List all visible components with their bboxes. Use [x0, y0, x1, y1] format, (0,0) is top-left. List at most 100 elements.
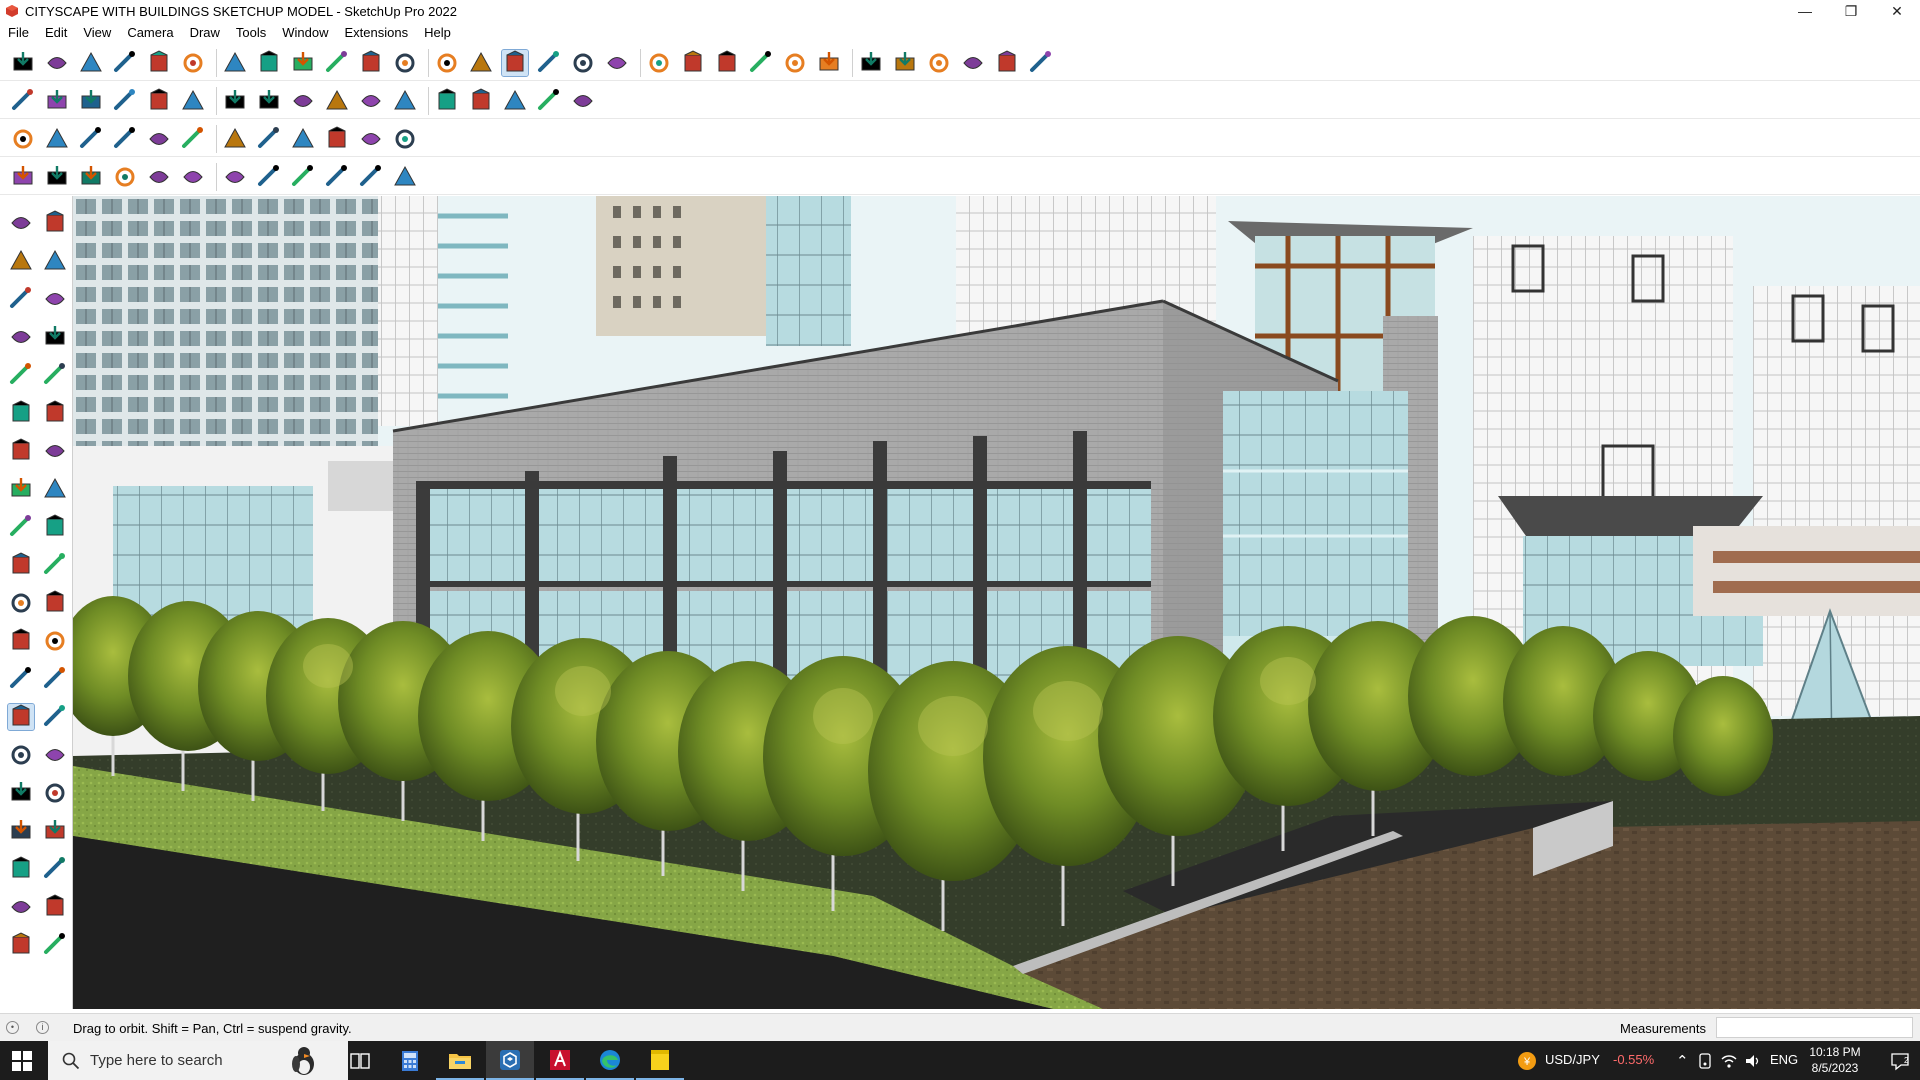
windows-start-icon[interactable] — [12, 1051, 32, 1071]
mirror-icon[interactable] — [290, 164, 316, 190]
bezier-icon[interactable] — [392, 126, 418, 152]
send-to-layout-icon[interactable] — [892, 50, 918, 76]
wall-icon[interactable] — [468, 88, 494, 114]
zoom-icon[interactable] — [8, 742, 34, 768]
move-icon[interactable] — [8, 476, 34, 502]
calculator-button[interactable] — [386, 1041, 434, 1080]
arc-icon[interactable] — [324, 126, 350, 152]
extrude-icon[interactable] — [112, 88, 138, 114]
section-icon[interactable] — [646, 50, 672, 76]
menu-edit[interactable]: Edit — [37, 25, 75, 40]
menu-extensions[interactable]: Extensions — [337, 25, 417, 40]
zoom-extents-icon[interactable] — [8, 780, 34, 806]
pan-icon[interactable] — [42, 704, 68, 730]
rotate-icon[interactable] — [8, 514, 34, 540]
section-plane-icon[interactable] — [8, 894, 34, 920]
dimension-icon[interactable] — [42, 590, 68, 616]
menu-file[interactable]: File — [0, 25, 37, 40]
extrude-path-icon[interactable] — [78, 164, 104, 190]
orbit-icon[interactable] — [501, 49, 529, 77]
building-icon[interactable] — [502, 88, 528, 114]
measurements-input[interactable] — [1716, 1017, 1913, 1038]
eraser-icon[interactable] — [78, 50, 104, 76]
model-viewport[interactable] — [73, 196, 1920, 1009]
tape-measure-icon[interactable] — [8, 590, 34, 616]
styles-icon[interactable] — [680, 50, 706, 76]
zoom-icon[interactable] — [570, 50, 596, 76]
twist-icon[interactable] — [44, 164, 70, 190]
polygon-icon[interactable] — [42, 400, 68, 426]
fillet-icon[interactable] — [180, 164, 206, 190]
eraser-icon[interactable] — [42, 248, 68, 274]
rotated-rectangle-icon[interactable] — [42, 362, 68, 388]
text-icon[interactable] — [42, 628, 68, 654]
styles-icon[interactable] — [8, 932, 34, 958]
component-icon[interactable] — [10, 88, 36, 114]
task-view-button[interactable] — [336, 1041, 384, 1080]
menu-view[interactable]: View — [75, 25, 119, 40]
layers-icon[interactable] — [42, 894, 68, 920]
sketchup-taskbar-button[interactable] — [486, 1041, 534, 1080]
smoothing-icon[interactable] — [570, 88, 596, 114]
arc-icon[interactable] — [8, 438, 34, 464]
account-icon[interactable] — [782, 50, 808, 76]
railing-icon[interactable] — [392, 164, 418, 190]
paint-icon[interactable] — [468, 50, 494, 76]
protractor-icon[interactable] — [8, 628, 34, 654]
follow-me-icon[interactable] — [42, 514, 68, 540]
zoom-window-icon[interactable] — [42, 742, 68, 768]
curve-icon[interactable] — [536, 88, 562, 114]
intersect-icon[interactable] — [222, 88, 248, 114]
position-camera-icon[interactable] — [42, 856, 68, 882]
geo-location-icon[interactable]: • — [6, 1021, 19, 1034]
text-icon[interactable] — [434, 50, 460, 76]
shell-icon[interactable] — [180, 88, 206, 114]
rotate-icon[interactable] — [324, 50, 350, 76]
outline-icon[interactable] — [146, 88, 172, 114]
axes-icon[interactable] — [8, 666, 34, 692]
restore-button[interactable]: ❐ — [1828, 0, 1874, 22]
house-icon[interactable] — [392, 88, 418, 114]
offset-icon[interactable] — [42, 552, 68, 578]
autocad-button[interactable] — [536, 1041, 584, 1080]
menu-help[interactable]: Help — [416, 25, 459, 40]
solid-icon[interactable] — [78, 88, 104, 114]
flip-icon[interactable] — [926, 50, 952, 76]
wifi-icon[interactable] — [1720, 1053, 1738, 1069]
trim-icon[interactable] — [324, 88, 350, 114]
tape-icon[interactable] — [42, 286, 68, 312]
scale-icon[interactable] — [8, 552, 34, 578]
sticky-notes-button[interactable] — [636, 1041, 684, 1080]
footprints-icon[interactable] — [8, 856, 34, 882]
pan-icon[interactable] — [536, 50, 562, 76]
polyline-icon[interactable] — [290, 126, 316, 152]
layers-icon[interactable] — [714, 50, 740, 76]
menu-window[interactable]: Window — [274, 25, 336, 40]
info-icon[interactable]: i — [36, 1021, 49, 1034]
redo-icon[interactable] — [994, 50, 1020, 76]
pencil-icon[interactable] — [112, 50, 138, 76]
tape-measure-icon[interactable] — [392, 50, 418, 76]
stair-icon[interactable] — [324, 164, 350, 190]
follow-me-icon[interactable] — [256, 50, 282, 76]
rectangle-icon[interactable] — [180, 126, 206, 152]
sweep-icon[interactable] — [146, 164, 172, 190]
weld-icon[interactable] — [358, 126, 384, 152]
group-icon[interactable] — [44, 88, 70, 114]
line-icon[interactable] — [8, 324, 34, 350]
minimize-button[interactable]: — — [1782, 0, 1828, 22]
freehand-icon[interactable] — [42, 324, 68, 350]
menu-tools[interactable]: Tools — [228, 25, 274, 40]
move-icon[interactable] — [290, 50, 316, 76]
zoom-extents-icon[interactable] — [10, 50, 36, 76]
loft-icon[interactable] — [112, 164, 138, 190]
array-icon[interactable] — [256, 164, 282, 190]
3d-warehouse-icon[interactable] — [858, 50, 884, 76]
select-icon[interactable] — [8, 210, 34, 236]
loop-icon[interactable] — [146, 126, 172, 152]
component-icon[interactable] — [8, 286, 34, 312]
orbit-icon[interactable] — [7, 703, 35, 731]
rectangle-icon[interactable] — [8, 362, 34, 388]
menu-camera[interactable]: Camera — [119, 25, 181, 40]
device-icon[interactable] — [1698, 1053, 1712, 1069]
